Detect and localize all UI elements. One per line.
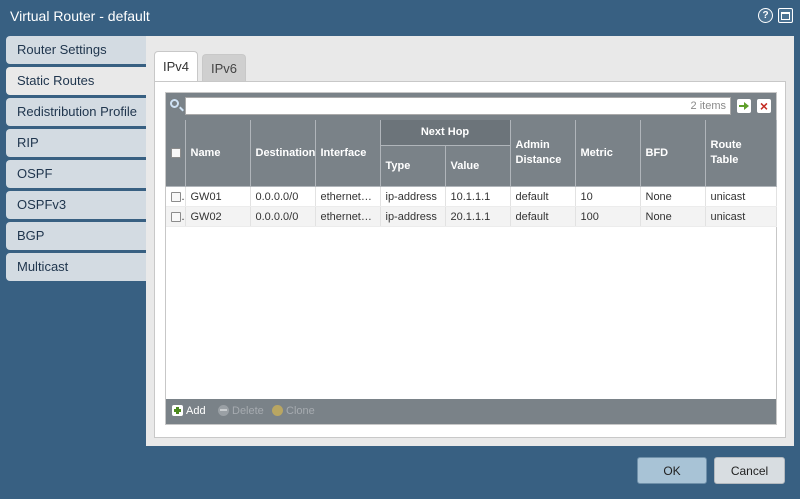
static-routes-grid: × Name Destination Interface Next Hop Ad… <box>165 92 777 425</box>
col-header-destination[interactable]: Destination <box>250 120 316 187</box>
clone-button[interactable]: Clone <box>272 405 315 417</box>
grid-toolbar: Add Delete Clone <box>166 399 776 424</box>
col-header-value[interactable]: Value <box>445 145 511 187</box>
clone-icon <box>272 405 283 416</box>
cell-interface: ethernet… <box>315 186 381 207</box>
cell-name[interactable]: GW02 <box>185 206 251 227</box>
col-header-route-table[interactable]: Route Table <box>705 120 777 187</box>
cell-value: 20.1.1.1 <box>445 206 511 227</box>
cell-type: ip-address <box>380 186 446 207</box>
cell-bfd: None <box>640 186 706 207</box>
routes-table: Name Destination Interface Next Hop Admi… <box>166 120 777 227</box>
cell-route-table: unicast <box>705 206 777 227</box>
row-checkbox-cell <box>166 186 186 207</box>
cell-value: 10.1.1.1 <box>445 186 511 207</box>
tab-ipv6[interactable]: IPv6 <box>202 54 246 81</box>
maximize-icon[interactable] <box>778 8 793 23</box>
add-icon <box>172 405 183 416</box>
ok-button[interactable]: OK <box>637 457 707 484</box>
add-button[interactable]: Add <box>172 405 206 417</box>
cell-interface: ethernet… <box>315 206 381 227</box>
search-input[interactable] <box>185 97 731 115</box>
clear-filter-icon[interactable]: × <box>757 99 771 113</box>
sidebar-item-redistribution-profile[interactable]: Redistribution Profile <box>6 98 147 126</box>
sidebar: Router Settings Static Routes Redistribu… <box>6 36 147 284</box>
window-title: Virtual Router - default <box>10 8 150 24</box>
col-group-next-hop: Next Hop <box>380 120 511 146</box>
sidebar-item-router-settings[interactable]: Router Settings <box>6 36 147 64</box>
help-icon[interactable]: ? <box>758 8 773 23</box>
row-checkbox[interactable] <box>171 191 181 202</box>
tab-panel: × Name Destination Interface Next Hop Ad… <box>154 81 786 438</box>
cell-admin-distance: default <box>510 186 576 207</box>
sidebar-item-rip[interactable]: RIP <box>6 129 147 157</box>
row-checkbox[interactable] <box>171 211 181 222</box>
cell-bfd: None <box>640 206 706 227</box>
cell-admin-distance: default <box>510 206 576 227</box>
table-row[interactable]: GW01 0.0.0.0/0 ethernet… ip-address 10.1… <box>166 186 777 207</box>
cell-metric: 10 <box>575 186 641 207</box>
content-area: IPv4 IPv6 × Name Des <box>146 36 794 446</box>
add-label: Add <box>186 405 206 417</box>
select-all-header <box>166 120 186 187</box>
clone-label: Clone <box>286 405 315 417</box>
col-header-metric[interactable]: Metric <box>575 120 641 187</box>
delete-icon <box>218 405 229 416</box>
tab-ipv4[interactable]: IPv4 <box>154 51 198 82</box>
delete-label: Delete <box>232 405 264 417</box>
sidebar-item-static-routes[interactable]: Static Routes <box>6 67 147 95</box>
sidebar-item-ospfv3[interactable]: OSPFv3 <box>6 191 147 219</box>
col-header-bfd[interactable]: BFD <box>640 120 706 187</box>
cell-destination: 0.0.0.0/0 <box>250 206 316 227</box>
cell-name[interactable]: GW01 <box>185 186 251 207</box>
col-header-name[interactable]: Name <box>185 120 251 187</box>
select-all-checkbox[interactable] <box>171 147 181 158</box>
cell-type: ip-address <box>380 206 446 227</box>
col-header-admin-distance[interactable]: Admin Distance <box>510 120 576 187</box>
col-header-interface[interactable]: Interface <box>315 120 381 187</box>
sidebar-item-ospf[interactable]: OSPF <box>6 160 147 188</box>
search-icon <box>170 99 179 108</box>
search-bar: × <box>166 93 776 120</box>
row-checkbox-cell <box>166 206 186 227</box>
cell-destination: 0.0.0.0/0 <box>250 186 316 207</box>
cancel-button[interactable]: Cancel <box>714 457 785 484</box>
table-row[interactable]: GW02 0.0.0.0/0 ethernet… ip-address 20.1… <box>166 206 777 227</box>
sidebar-item-bgp[interactable]: BGP <box>6 222 147 250</box>
sidebar-item-multicast[interactable]: Multicast <box>6 253 147 281</box>
apply-filter-icon[interactable] <box>737 99 751 113</box>
delete-button[interactable]: Delete <box>218 405 264 417</box>
col-header-type[interactable]: Type <box>380 145 446 187</box>
cell-route-table: unicast <box>705 186 777 207</box>
cell-metric: 100 <box>575 206 641 227</box>
title-bar: Virtual Router - default ? <box>0 0 800 32</box>
